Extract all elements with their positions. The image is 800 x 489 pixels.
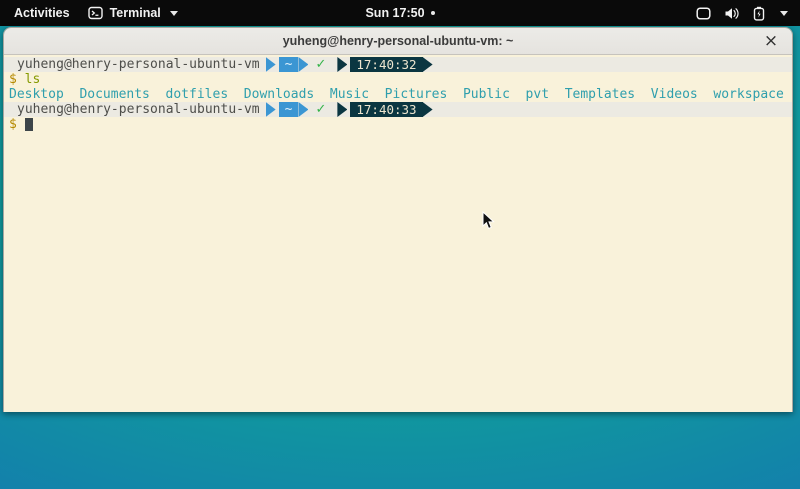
terminal-content[interactable]: yuheng@henry-personal-ubuntu-vm ~ ✓ 17:4… [4,55,792,412]
prompt-line: yuheng@henry-personal-ubuntu-vm ~ ✓ 17:4… [4,57,792,72]
user-host-text: yuheng@henry-personal-ubuntu-vm [9,102,260,117]
status-check-icon: ✓ [315,102,326,117]
powerline-chevron-icon [337,57,347,72]
powerline-tip-icon [298,102,308,117]
cwd-segment: ~ [279,102,299,117]
powerline-tip-icon [423,102,433,117]
display-icon [696,7,711,20]
powerline-chevron-icon [337,102,347,117]
powerline-tip-icon [298,57,308,72]
powerline-tip-icon [423,57,433,72]
app-menu-terminal[interactable]: Terminal [88,6,178,20]
command-line-current: $ [4,117,792,132]
prompt-symbol: $ [9,72,17,87]
command-line: $ ls [4,72,792,87]
clock[interactable]: Sun 17:50 [365,6,424,20]
caret-down-icon [170,11,178,16]
notification-dot-icon [431,11,435,15]
activities-button[interactable]: Activities [10,6,74,20]
prompt-line: yuheng@henry-personal-ubuntu-vm ~ ✓ 17:4… [4,102,792,117]
powerline-chevron-icon [266,102,276,117]
chevron-down-icon [780,11,788,16]
time-segment: 17:40:33 [350,102,422,117]
mouse-pointer-icon [482,211,495,235]
command-text: ls [25,72,41,87]
terminal-icon [88,6,103,20]
top-bar: Activities Terminal Sun 17:50 [0,0,800,26]
battery-charging-icon [753,6,765,21]
window-titlebar[interactable]: yuheng@henry-personal-ubuntu-vm: ~ × [4,28,792,55]
powerline-chevron-icon [266,57,276,72]
time-segment: 17:40:32 [350,57,422,72]
app-menu-label: Terminal [110,6,161,20]
cwd-segment: ~ [279,57,299,72]
window-title: yuheng@henry-personal-ubuntu-vm: ~ [283,34,514,48]
system-status-area[interactable] [696,6,800,21]
user-host-text: yuheng@henry-personal-ubuntu-vm [9,57,260,72]
terminal-window: yuheng@henry-personal-ubuntu-vm: ~ × yuh… [3,27,793,412]
prompt-symbol: $ [9,117,17,132]
ls-output: Desktop Documents dotfiles Downloads Mus… [4,87,792,102]
text-cursor [25,118,33,131]
status-check-icon: ✓ [315,57,326,72]
volume-icon [724,7,740,20]
close-button[interactable]: × [758,28,784,54]
